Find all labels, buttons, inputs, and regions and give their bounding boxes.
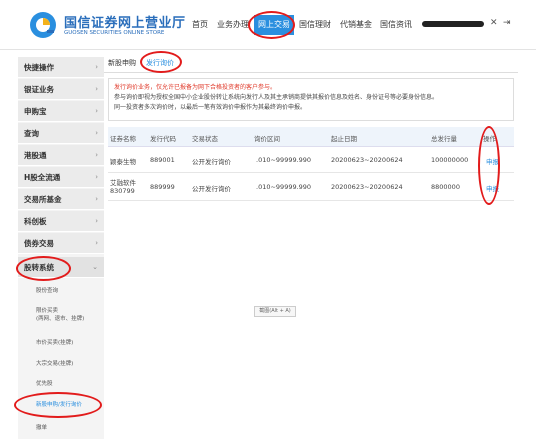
user-name-redacted (422, 21, 484, 27)
chevron-right-icon: › (95, 151, 98, 159)
sidebar-item-bonds[interactable]: 债券交易 › (18, 233, 104, 254)
nav-home[interactable]: 首页 (192, 15, 208, 35)
sidebar-item-query[interactable]: 查询 › (18, 123, 104, 144)
cell-range: .010~99999.990 (256, 183, 312, 191)
sidebar-item-bank-securities[interactable]: 银证业务 › (18, 79, 104, 100)
sidebar-item-label: 查询 (24, 129, 39, 138)
chevron-right-icon: › (95, 173, 98, 181)
sidebar-item-label: H股全流通 (24, 173, 61, 182)
subitem-share-query[interactable]: 股份查询 (18, 287, 104, 295)
declare-link[interactable]: 申报 (486, 156, 499, 166)
sidebar-item-label: 债券交易 (24, 239, 54, 248)
cell-volume: 100000000 (431, 156, 469, 164)
chevron-right-icon: › (95, 107, 98, 115)
sidebar-item-label: 银证业务 (24, 85, 54, 94)
nav-news[interactable]: 国信资讯 (380, 15, 412, 35)
logout-icon[interactable]: ⇥ (503, 18, 511, 28)
subitem-limit-order[interactable]: 限价买卖 (18, 307, 104, 315)
chevron-down-icon: ⌄ (92, 263, 98, 271)
chevron-right-icon: › (95, 63, 98, 71)
nav-funds[interactable]: 代销基金 (340, 15, 372, 35)
subitem-ipo-inquiry[interactable]: 新股申购/发行询价 (18, 401, 104, 409)
col-header: 总发行量 (431, 135, 457, 143)
cell-volume: 8800000 (431, 183, 460, 191)
header: 国信证券网上营业厅 GUOSEN SECURITIES ONLINE STORE… (0, 0, 536, 50)
table-row: 颖泰生物 889001 公开发行询价 .010~99999.990 202006… (108, 147, 514, 173)
sidebar-item-hk-connect[interactable]: 港股通 › (18, 145, 104, 166)
col-header: 发行代码 (150, 135, 176, 143)
subitem-limit-order-note: (两网、退市、挂牌) (36, 316, 85, 322)
cell-name: 颖泰生物 (110, 158, 136, 166)
sidebar-item-ipo-treasure[interactable]: 申购宝 › (18, 101, 104, 122)
col-header: 交易状态 (192, 135, 218, 143)
cell-dates: 20200623~20200624 (331, 156, 403, 164)
close-icon[interactable]: ✕ (490, 18, 498, 28)
brand-name-en: GUOSEN SECURITIES ONLINE STORE (64, 30, 165, 36)
screenshot-tooltip: 截图(Alt + A) (254, 306, 296, 317)
col-header: 询价区间 (254, 135, 280, 143)
tab-ipo-subscription[interactable]: 新股申购 (108, 58, 136, 68)
tab-ipo-inquiry[interactable]: 发行询价 (146, 58, 174, 68)
cell-code: 889001 (150, 156, 175, 164)
col-header: 起止日期 (331, 135, 357, 143)
brand-name: 国信证券网上营业厅 (64, 16, 186, 31)
subitem-market-order[interactable]: 市价买卖(挂牌) (18, 339, 104, 347)
sidebar-item-label: 港股通 (24, 151, 47, 160)
notice-line: 同一投资者多次询价时，以最后一笔有效询价申报作为其最终询价申报。 (114, 104, 307, 111)
sidebar-item-etf[interactable]: 交易所基金 › (18, 189, 104, 210)
table-header: 证券名称 发行代码 交易状态 询价区间 起止日期 总发行量 操作 (108, 127, 514, 147)
sidebar-item-label: 股转系统 (24, 263, 54, 272)
chevron-right-icon: › (95, 195, 98, 203)
cell-name: 艾融软件 (110, 179, 136, 187)
chevron-right-icon: › (95, 239, 98, 247)
subitem-preferred[interactable]: 优先股 (18, 380, 104, 388)
sidebar-item-label: 科创板 (24, 217, 47, 226)
notice-box: 发行询价业务，仅允许已报备为网下合格投资者的客户参与。 参与询价即视为授权全国中… (108, 78, 514, 121)
col-header: 操作 (483, 135, 496, 143)
cell-status: 公开发行询价 (192, 158, 231, 166)
nav-online-trading[interactable]: 网上交易 (254, 15, 294, 35)
notice-line: 参与询价即视为授权全国中小企业股份转让系统向发行人及其主承销商提供其报价信息及姓… (114, 94, 439, 101)
col-header: 证券名称 (110, 135, 136, 143)
cell-range: .010~99999.990 (256, 156, 312, 164)
sidebar-item-star-market[interactable]: 科创板 › (18, 211, 104, 232)
table-row: 艾融软件 830799 889999 公开发行询价 .010~99999.990… (108, 173, 514, 201)
chevron-right-icon: › (95, 129, 98, 137)
logo-icon (30, 12, 56, 38)
sidebar-item-label: 申购宝 (24, 107, 47, 116)
chevron-right-icon: › (95, 217, 98, 225)
declare-link[interactable]: 申报 (486, 183, 499, 193)
nav-wealth[interactable]: 国信理财 (299, 15, 331, 35)
sidebar-item-h-share[interactable]: H股全流通 › (18, 167, 104, 188)
cell-name-code: 830799 (110, 187, 135, 195)
sidebar-item-quick[interactable]: 快捷操作 › (18, 57, 104, 78)
subitem-cancel[interactable]: 撤单 (18, 424, 104, 432)
chevron-right-icon: › (95, 85, 98, 93)
cell-status: 公开发行询价 (192, 185, 231, 193)
sidebar-item-label: 快捷操作 (24, 63, 54, 72)
nav-business[interactable]: 业务办理 (217, 15, 249, 35)
subitem-block-trade[interactable]: 大宗交易(挂牌) (18, 360, 104, 368)
cell-dates: 20200623~20200624 (331, 183, 403, 191)
sidebar-item-neeq[interactable]: 股转系统 ⌄ (18, 257, 104, 278)
notice-line: 发行询价业务，仅允许已报备为网下合格投资者的客户参与。 (114, 84, 277, 91)
sidebar-item-label: 交易所基金 (24, 195, 62, 204)
cell-code: 889999 (150, 183, 175, 191)
